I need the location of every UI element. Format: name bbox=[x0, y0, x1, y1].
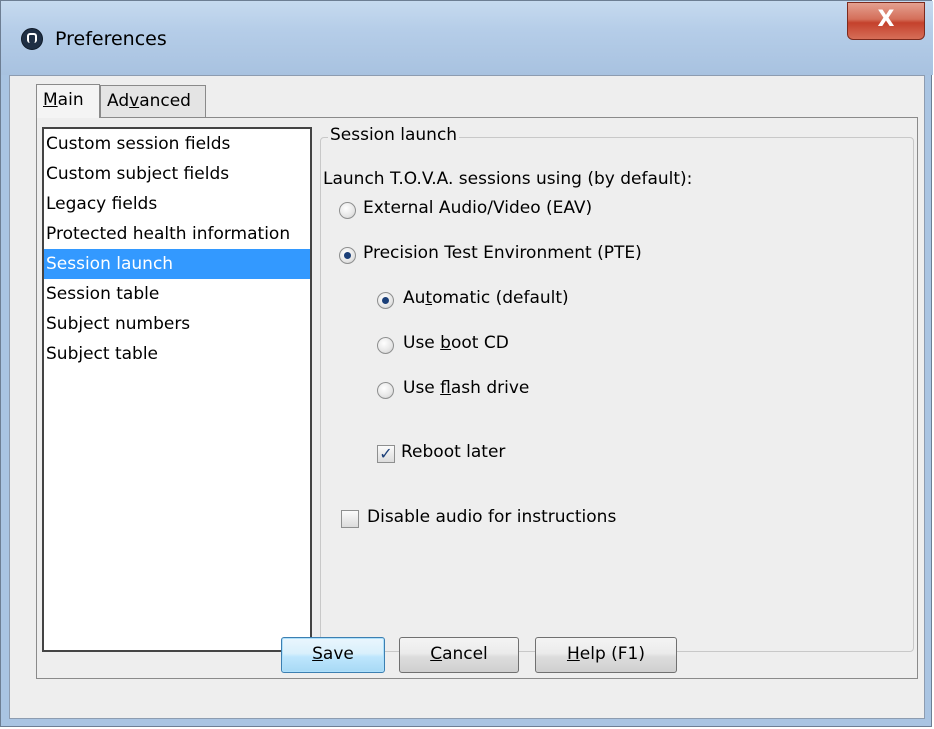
boot-cd-radio[interactable] bbox=[377, 337, 394, 354]
save-label: ave bbox=[322, 644, 354, 664]
help-button[interactable]: Help (F1) bbox=[535, 637, 677, 673]
title-bar[interactable]: Preferences X bbox=[1, 1, 933, 75]
tab-label-mnemonic: M bbox=[43, 90, 58, 110]
flash-drive-label-pre: Use bbox=[403, 378, 441, 398]
disable-audio-label[interactable]: Disable audio for instructions bbox=[367, 507, 616, 527]
disable-audio-checkbox[interactable] bbox=[341, 510, 359, 528]
list-item[interactable]: Legacy fields bbox=[44, 189, 310, 219]
tab-advanced[interactable]: Advanced bbox=[100, 85, 206, 117]
list-item[interactable]: Custom subject fields bbox=[44, 159, 310, 189]
window-title: Preferences bbox=[55, 28, 167, 50]
group-title: Session launch bbox=[328, 125, 460, 145]
tab-label-post: anced bbox=[139, 91, 191, 111]
category-list[interactable]: Custom session fields Custom subject fie… bbox=[42, 127, 312, 652]
close-button[interactable]: X bbox=[847, 2, 925, 40]
app-icon bbox=[21, 28, 43, 50]
dialog-body: Main Advanced Custom session fields Cust… bbox=[9, 75, 925, 719]
automatic-radio[interactable] bbox=[377, 292, 394, 309]
pte-label[interactable]: Precision Test Environment (PTE) bbox=[363, 243, 642, 263]
cancel-button[interactable]: Cancel bbox=[399, 637, 519, 673]
automatic-label-pre: Au bbox=[403, 288, 426, 308]
save-button[interactable]: Save bbox=[281, 637, 385, 673]
cancel-label: ancel bbox=[442, 644, 488, 664]
list-item[interactable]: Subject numbers bbox=[44, 309, 310, 339]
tab-label-pre: Ad bbox=[107, 91, 130, 111]
list-item[interactable]: Protected health information bbox=[44, 219, 310, 249]
eav-radio[interactable] bbox=[339, 202, 356, 219]
list-item-selected[interactable]: Session launch bbox=[44, 249, 310, 279]
tab-label-post: ain bbox=[57, 90, 84, 110]
boot-cd-label[interactable]: Use boot CD bbox=[403, 333, 509, 353]
save-mnemonic: S bbox=[312, 644, 323, 664]
reboot-later-checkbox[interactable]: ✓ bbox=[377, 445, 395, 463]
tab-label-mnemonic: v bbox=[129, 91, 140, 111]
boot-cd-label-mnemonic: b bbox=[440, 333, 451, 353]
tab-main[interactable]: Main bbox=[36, 84, 100, 118]
automatic-label-post: omatic (default) bbox=[432, 288, 569, 308]
preferences-dialog: Preferences X Main Advanced Custom sessi… bbox=[0, 0, 933, 727]
list-item[interactable]: Subject table bbox=[44, 339, 310, 369]
reboot-later-label[interactable]: Reboot later bbox=[401, 442, 505, 462]
flash-drive-radio[interactable] bbox=[377, 382, 394, 399]
tab-panel-main: Custom session fields Custom subject fie… bbox=[36, 117, 918, 679]
eav-label[interactable]: External Audio/Video (EAV) bbox=[363, 198, 592, 218]
launch-prompt: Launch T.O.V.A. sessions using (by defau… bbox=[323, 169, 693, 189]
help-mnemonic: H bbox=[566, 644, 580, 664]
flash-drive-label-mnemonic: f bbox=[440, 378, 451, 398]
automatic-label[interactable]: Automatic (default) bbox=[403, 288, 569, 308]
boot-cd-label-post: oot CD bbox=[450, 333, 509, 353]
cancel-mnemonic: C bbox=[430, 644, 443, 664]
flash-drive-label-post: lash drive bbox=[450, 378, 530, 398]
boot-cd-label-pre: Use bbox=[403, 333, 441, 353]
flash-drive-label[interactable]: Use flash drive bbox=[403, 378, 529, 398]
list-item[interactable]: Custom session fields bbox=[44, 129, 310, 159]
pte-radio[interactable] bbox=[339, 247, 356, 264]
list-item[interactable]: Session table bbox=[44, 279, 310, 309]
help-label: elp (F1) bbox=[579, 644, 646, 664]
